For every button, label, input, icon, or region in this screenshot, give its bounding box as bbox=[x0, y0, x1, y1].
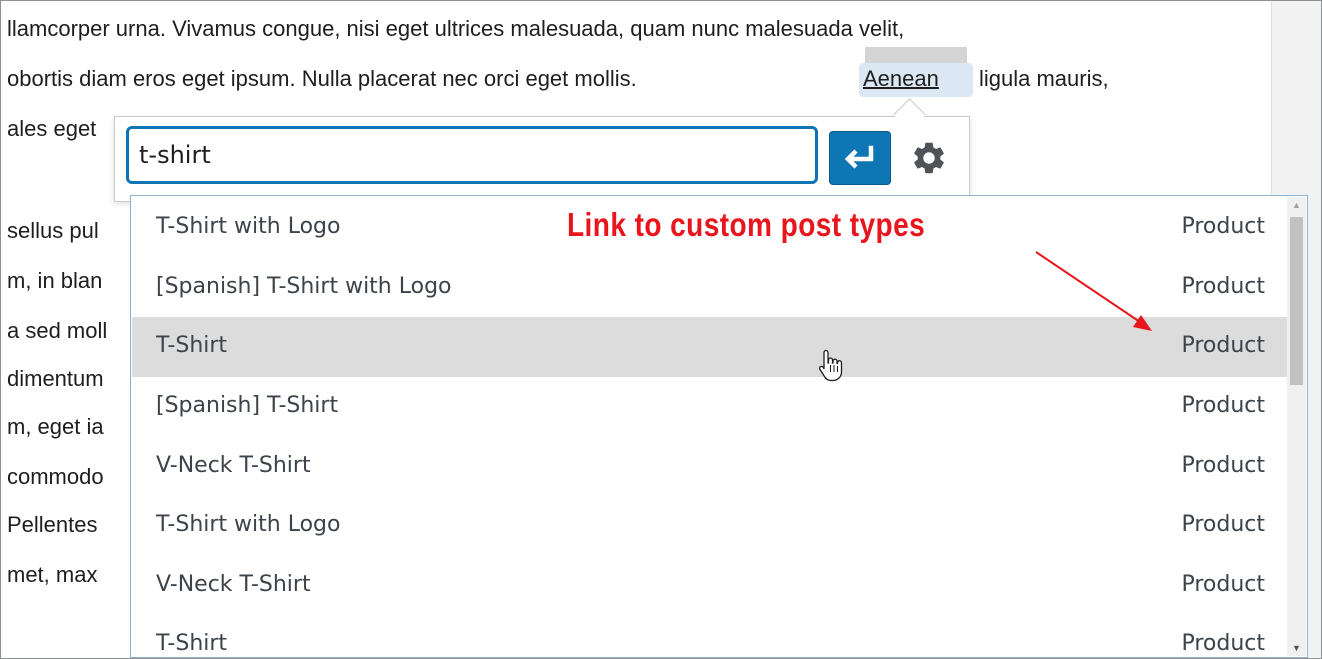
suggestion-type: Product bbox=[1181, 214, 1265, 239]
suggestion-item[interactable]: T-Shirt Product bbox=[132, 615, 1287, 657]
suggestion-item[interactable]: [Spanish] T-Shirt with Logo Product bbox=[132, 258, 1287, 318]
suggestion-title: V-Neck T-Shirt bbox=[156, 572, 311, 597]
gear-icon bbox=[914, 142, 944, 174]
linked-word[interactable]: Aenean bbox=[863, 65, 939, 93]
apply-link-button[interactable] bbox=[829, 131, 891, 185]
suggestion-item[interactable]: V-Neck T-Shirt Product bbox=[132, 556, 1287, 616]
suggestion-title: T-Shirt bbox=[156, 631, 228, 656]
paragraph-line: m, in blan bbox=[7, 268, 103, 293]
suggestion-type: Product bbox=[1181, 333, 1265, 358]
suggestion-type: Product bbox=[1181, 453, 1265, 478]
suggestion-type: Product bbox=[1181, 572, 1265, 597]
paragraph-line: a sed moll bbox=[7, 318, 108, 343]
enter-arrow-icon bbox=[844, 145, 874, 169]
suggestion-title: V-Neck T-Shirt bbox=[156, 453, 311, 478]
hand-cursor-icon bbox=[818, 349, 843, 382]
paragraph-line: dimentum bbox=[7, 366, 104, 391]
suggestion-title: [Spanish] T-Shirt with Logo bbox=[156, 274, 452, 299]
paragraph-line: ales eget bbox=[7, 116, 97, 141]
paragraph-line: sellus pul bbox=[7, 218, 99, 243]
suggestion-type: Product bbox=[1181, 631, 1265, 656]
suggestion-title: T-Shirt bbox=[156, 333, 228, 358]
suggestion-title: [Spanish] T-Shirt bbox=[156, 393, 339, 418]
suggestion-type: Product bbox=[1181, 274, 1265, 299]
url-input[interactable] bbox=[126, 126, 818, 184]
linked-word-highlight bbox=[865, 47, 967, 63]
annotation-callout: Link to custom post types bbox=[567, 206, 926, 243]
suggestion-type: Product bbox=[1181, 512, 1265, 537]
link-suggestions-list[interactable]: T-Shirt with Logo Product [Spanish] T-Sh… bbox=[130, 195, 1308, 658]
suggestion-title: T-Shirt with Logo bbox=[156, 512, 341, 537]
suggestions-scrollbar[interactable]: ▲ ▼ bbox=[1287, 197, 1306, 656]
link-settings-button[interactable] bbox=[902, 131, 956, 185]
paragraph-line: Pellentes bbox=[7, 512, 98, 537]
suggestion-item[interactable]: [Spanish] T-Shirt Product bbox=[132, 377, 1287, 437]
paragraph-line: llamcorper urna. Vivamus congue, nisi eg… bbox=[7, 16, 905, 41]
paragraph-line: met, max bbox=[7, 562, 98, 587]
suggestion-item[interactable]: T-Shirt with Logo Product bbox=[132, 496, 1287, 556]
paragraph-line: ligula mauris, bbox=[979, 66, 1109, 91]
suggestion-item[interactable]: V-Neck T-Shirt Product bbox=[132, 437, 1287, 497]
paragraph-line: m, eget ia bbox=[7, 414, 104, 439]
paragraph-line: commodo bbox=[7, 464, 104, 489]
scroll-up-arrow-icon[interactable]: ▲ bbox=[1287, 197, 1306, 213]
paragraph-line: obortis diam eros eget ipsum. Nulla plac… bbox=[7, 66, 637, 91]
scroll-down-arrow-icon[interactable]: ▼ bbox=[1287, 640, 1306, 656]
suggestion-type: Product bbox=[1181, 393, 1265, 418]
suggestion-item-hovered[interactable]: T-Shirt Product bbox=[132, 317, 1287, 377]
scroll-thumb[interactable] bbox=[1290, 217, 1303, 385]
suggestion-title: T-Shirt with Logo bbox=[156, 214, 341, 239]
